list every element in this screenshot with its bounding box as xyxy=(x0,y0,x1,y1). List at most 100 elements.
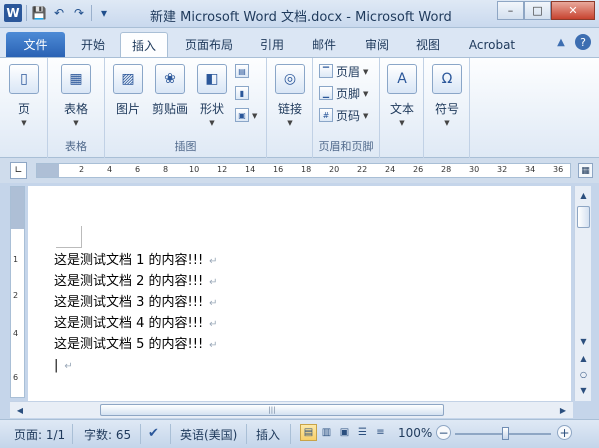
scroll-up-icon[interactable]: ▲ xyxy=(575,188,592,203)
tab-home[interactable]: 开始 xyxy=(70,32,116,57)
paragraph[interactable]: 这是测试文档 5 的内容!!! ↵ xyxy=(54,334,218,355)
browse-object-icon[interactable]: ○ xyxy=(575,367,592,382)
paragraph[interactable]: 这是测试文档 1 的内容!!! ↵ xyxy=(54,250,218,271)
ruler-tick: 22 xyxy=(357,165,368,174)
tab-view[interactable]: 视图 xyxy=(406,32,450,57)
ruler-tick: 18 xyxy=(301,165,312,174)
page-number-button[interactable]: # 页码 ▼ xyxy=(319,106,368,124)
qat-separator xyxy=(91,5,92,21)
close-button[interactable]: ✕ xyxy=(551,1,595,20)
shapes-button[interactable]: ◧ 形状 ▼ xyxy=(191,62,233,127)
tab-mailings[interactable]: 邮件 xyxy=(302,32,346,57)
text-caret: | xyxy=(54,358,59,373)
horizontal-scrollbar[interactable]: ◀ ||| ▶ xyxy=(10,401,573,418)
picture-button[interactable]: ▨ 图片 xyxy=(107,62,149,117)
scroll-right-icon[interactable]: ▶ xyxy=(555,402,571,418)
zoom-in-icon[interactable]: + xyxy=(557,425,572,440)
redo-icon[interactable]: ↷ xyxy=(71,5,87,21)
ruler-tick: 30 xyxy=(469,165,480,174)
view-ruler-icon[interactable]: ▦ xyxy=(578,163,593,178)
tab-page-layout[interactable]: 页面布局 xyxy=(176,32,242,57)
table-icon: ▦ xyxy=(61,64,91,94)
customize-qat-icon[interactable]: ▾ xyxy=(96,5,112,21)
tab-insert[interactable]: 插入 xyxy=(120,32,168,57)
symbols-button[interactable]: Ω 符号 ▼ xyxy=(426,62,468,127)
undo-icon[interactable]: ↶ xyxy=(51,5,67,21)
ribbon-minimize-icon[interactable]: ▲ xyxy=(553,34,569,50)
previous-page-icon[interactable]: ▲ xyxy=(575,351,592,366)
chart-button[interactable]: ▮ xyxy=(235,84,249,102)
paragraph[interactable]: 这是测试文档 4 的内容!!! ↵ xyxy=(54,313,218,334)
help-icon[interactable]: ? xyxy=(575,34,591,50)
footer-button[interactable]: ▁ 页脚 ▼ xyxy=(319,84,368,102)
clipart-button[interactable]: ❀ 剪贴画 xyxy=(149,62,191,117)
horizontal-scroll-thumb[interactable]: ||| xyxy=(100,404,444,416)
word-app-icon[interactable]: W xyxy=(4,4,22,22)
outline-icon[interactable]: ☰ xyxy=(354,424,371,441)
tab-references[interactable]: 引用 xyxy=(250,32,294,57)
tab-selector[interactable]: ∟ xyxy=(10,162,27,179)
omega-icon: Ω xyxy=(432,64,462,94)
vertical-scroll-thumb[interactable] xyxy=(577,206,590,228)
clipart-icon: ❀ xyxy=(155,64,185,94)
smartart-button[interactable]: ▤ xyxy=(235,62,249,80)
insert-mode[interactable]: 插入 xyxy=(256,426,280,443)
header-button[interactable]: ▔ 页眉 ▼ xyxy=(319,62,368,80)
vertical-ruler[interactable]: 1 2 4 6 xyxy=(10,186,25,398)
document-canvas[interactable]: 这是测试文档 1 的内容!!! ↵ 这是测试文档 2 的内容!!! ↵ 这是测试文档… xyxy=(28,186,571,401)
screenshot-button[interactable]: ▣ ▼ xyxy=(235,106,257,124)
quick-access-toolbar: W 💾 ↶ ↷ ▾ xyxy=(4,4,112,22)
group-links: ◎ 链接 ▼ xyxy=(267,58,313,158)
group-tables: ▦ 表格 ▼ 表格 xyxy=(48,58,105,158)
page-count[interactable]: 页面: 1/1 xyxy=(14,426,65,443)
horizontal-ruler[interactable]: 2 4 6 8 10 12 14 16 18 20 22 24 26 28 30… xyxy=(36,163,571,178)
full-screen-reading-icon[interactable]: ▥ xyxy=(318,424,335,441)
margin-corner-mark xyxy=(56,226,82,248)
table-button[interactable]: ▦ 表格 ▼ xyxy=(55,62,97,127)
minimize-button[interactable]: – xyxy=(497,1,524,20)
dropdown-arrow-icon: ▼ xyxy=(444,119,450,127)
links-button[interactable]: ◎ 链接 ▼ xyxy=(269,62,311,127)
zoom-out-icon[interactable]: − xyxy=(436,425,451,440)
window-controls: – □ ✕ xyxy=(497,1,595,20)
proofing-icon[interactable]: ✔ xyxy=(148,426,159,441)
shapes-icon: ◧ xyxy=(197,64,227,94)
scroll-down-icon[interactable]: ▼ xyxy=(575,334,592,349)
ruler-tick: 16 xyxy=(273,165,284,174)
paragraph[interactable]: 这是测试文档 2 的内容!!! ↵ xyxy=(54,271,218,292)
maximize-button[interactable]: □ xyxy=(524,1,551,20)
paragraph[interactable]: 这是测试文档 3 的内容!!! ↵ xyxy=(54,292,218,313)
next-page-icon[interactable]: ▼ xyxy=(575,383,592,398)
globe-link-icon: ◎ xyxy=(275,64,305,94)
title-bar: W 💾 ↶ ↷ ▾ 新建 Microsoft Word 文档.docx - Mi… xyxy=(0,0,599,28)
page-icon: ▯ xyxy=(9,64,39,94)
paragraph-mark-icon: ↵ xyxy=(209,277,218,288)
group-illustrations: ▨ 图片 ❀ 剪贴画 ◧ 形状 ▼ ▤ ▮ ▣ ▼ 插图 xyxy=(105,58,267,158)
document-body[interactable]: 这是测试文档 1 的内容!!! ↵ 这是测试文档 2 的内容!!! ↵ 这是测试文档… xyxy=(54,250,218,376)
language[interactable]: 英语(美国) xyxy=(180,426,237,443)
tab-review[interactable]: 审阅 xyxy=(354,32,400,57)
text-button[interactable]: A 文本 ▼ xyxy=(381,62,423,127)
group-label-header-footer: 页眉和页脚 xyxy=(318,140,374,153)
pages-button[interactable]: ▯ 页 ▼ xyxy=(3,62,45,127)
save-icon[interactable]: 💾 xyxy=(31,5,47,21)
tab-file[interactable]: 文件 xyxy=(6,32,65,57)
web-layout-icon[interactable]: ▣ xyxy=(336,424,353,441)
draft-icon[interactable]: ≡ xyxy=(372,424,389,441)
word-count[interactable]: 字数: 65 xyxy=(84,426,131,443)
vertical-scrollbar[interactable]: ▲ ▼ ▲ ○ ▼ xyxy=(574,186,591,401)
dropdown-arrow-icon: ▼ xyxy=(363,90,369,98)
ruler-tick: 6 xyxy=(135,165,141,174)
dropdown-arrow-icon: ▼ xyxy=(287,119,293,127)
ruler-row: ∟ 2 4 6 8 10 12 14 16 18 20 22 24 26 28 … xyxy=(0,158,599,183)
ribbon: ▯ 页 ▼ ▦ 表格 ▼ 表格 ▨ 图片 ❀ 剪贴画 ◧ 形状 ▼ ▤ ▮ ▣ … xyxy=(0,57,599,158)
tab-acrobat[interactable]: Acrobat xyxy=(460,32,524,57)
zoom-level[interactable]: 100% xyxy=(398,426,432,440)
ruler-tick: 28 xyxy=(441,165,452,174)
ruler-tick: 32 xyxy=(497,165,508,174)
ruler-tick: 2 xyxy=(13,291,19,300)
print-layout-icon[interactable]: ▤ xyxy=(300,424,317,441)
scroll-left-icon[interactable]: ◀ xyxy=(12,402,28,418)
zoom-slider-thumb[interactable] xyxy=(502,427,509,440)
empty-paragraph[interactable]: | ↵ xyxy=(54,355,218,376)
